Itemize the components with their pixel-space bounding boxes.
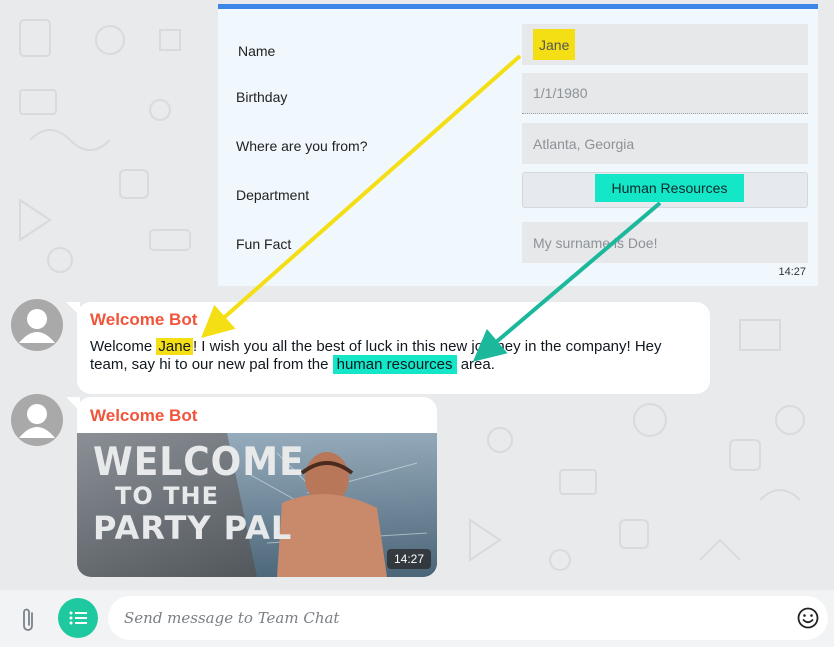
name-value: Jane: [533, 29, 576, 60]
form-timestamp: 14:27: [778, 266, 806, 278]
highlighted-department: human resources: [332, 355, 457, 374]
department-label: Department: [236, 187, 310, 203]
fun-fact-label: Fun Fact: [236, 236, 292, 252]
birthday-label: Birthday: [236, 89, 288, 105]
highlighted-name: Jane: [156, 338, 193, 355]
avatar: [11, 394, 63, 446]
message-text: Welcome Jane! I wish you all the best of…: [90, 338, 662, 374]
gif-timestamp: 14:27: [386, 549, 431, 569]
gif-text-line: TO THE: [115, 482, 219, 510]
department-select[interactable]: Human Resources: [522, 172, 808, 208]
message-input[interactable]: [108, 596, 828, 640]
gif-text-line: WELCOME: [93, 439, 305, 485]
user-icon: [19, 309, 55, 343]
origin-label: Where are you from?: [236, 138, 368, 154]
name-label: Name: [238, 43, 276, 59]
birthday-field[interactable]: 1/1/1980: [522, 73, 808, 114]
avatar: [11, 299, 63, 351]
origin-field[interactable]: Atlanta, Georgia: [522, 123, 808, 164]
menu-button[interactable]: [58, 598, 98, 638]
user-icon: [19, 404, 55, 438]
profile-form-card: Name Jane Birthday 1/1/1980 Where are yo…: [218, 4, 818, 286]
department-value: Human Resources: [595, 174, 744, 202]
name-field[interactable]: Jane: [522, 24, 808, 65]
paperclip-icon[interactable]: [16, 607, 40, 633]
list-icon: [69, 611, 87, 625]
sender-name: Welcome Bot: [90, 310, 198, 329]
message-composer: [0, 590, 834, 647]
message-bubble: Welcome Bot Welcome Jane! I wish you all…: [77, 302, 710, 394]
fun-fact-field[interactable]: My surname is Doe!: [522, 222, 808, 263]
welcome-gif[interactable]: WELCOME TO THE PARTY PAL 14:27: [77, 433, 437, 577]
smiley-icon[interactable]: [797, 607, 819, 629]
gif-text-line: PARTY PAL: [93, 509, 293, 547]
sender-name: Welcome Bot: [90, 406, 198, 425]
